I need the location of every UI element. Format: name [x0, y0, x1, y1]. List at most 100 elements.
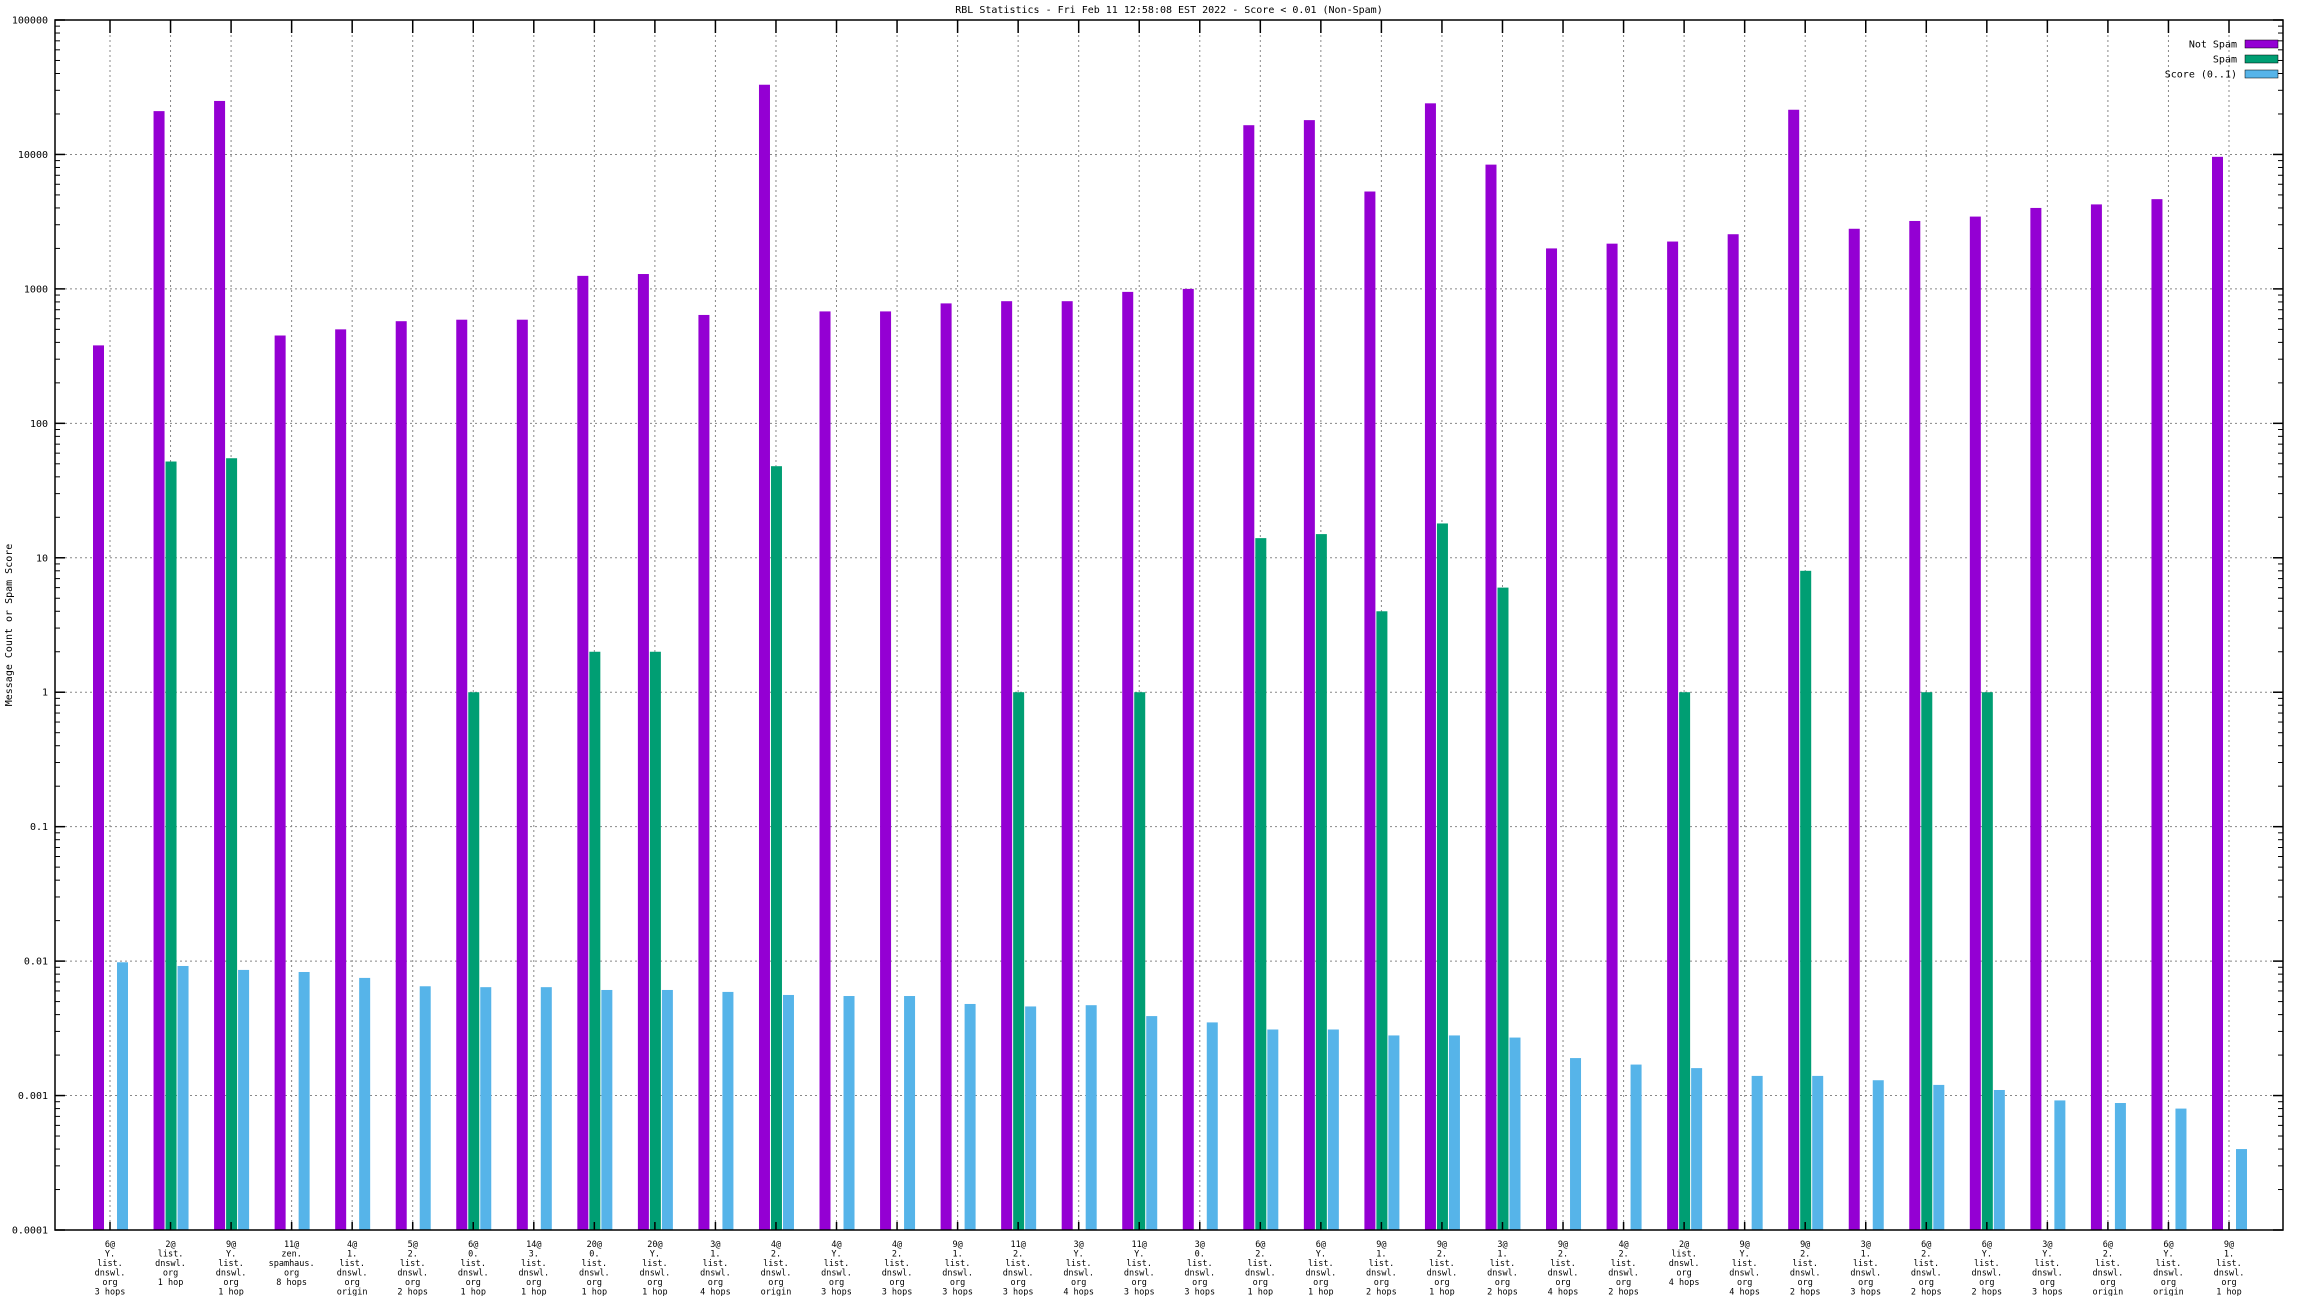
x-category-label: 3 hops [95, 1288, 126, 1297]
bar-score-0-1--6 [419, 986, 431, 1230]
x-category-label: 4@ [892, 1240, 902, 1250]
x-category-label: org [1798, 1278, 1813, 1288]
x-category-label: org [526, 1278, 541, 1288]
bar-not-spam-34 [2090, 204, 2102, 1230]
legend: Not Spam Spam Score (0..1) [2165, 40, 2279, 81]
x-category-label: 2. [2103, 1250, 2113, 1260]
x-category-label: 6@ [1316, 1240, 1326, 1250]
bar-score-0-1--4 [298, 971, 310, 1230]
x-category-label: list. [521, 1259, 547, 1269]
x-category-label: 1. [2224, 1250, 2234, 1260]
x-category-label: 9@ [1437, 1240, 1447, 1250]
x-category-label: dnswl. [1366, 1269, 1397, 1279]
bar-score-0-1--26 [1630, 1064, 1642, 1230]
x-category-label: list. [1671, 1250, 1697, 1260]
x-category-label: 11@ [1010, 1240, 1025, 1250]
x-category-label: 6@ [1921, 1240, 1931, 1250]
bar-score-0-1--8 [540, 987, 552, 1230]
bar-not-spam-32 [1969, 216, 1981, 1230]
x-category-label: 2 hops [397, 1288, 428, 1297]
x-category-label: 6@ [2103, 1240, 2113, 1250]
x-category-label: 2. [771, 1250, 781, 1260]
x-category-label: Y. [1134, 1250, 1144, 1260]
x-category-label: org [405, 1278, 420, 1288]
x-category-label: 1. [1376, 1250, 1386, 1260]
x-category-label: list. [1308, 1259, 1334, 1269]
x-category-label: org [2221, 1278, 2236, 1288]
bar-not-spam-21 [1303, 120, 1315, 1230]
x-category-label: 2. [1800, 1250, 1810, 1260]
x-category-label: list. [1611, 1259, 1637, 1269]
x-category-label: 2. [1558, 1250, 1568, 1260]
x-category-label: dnswl. [1184, 1269, 1215, 1279]
x-category-label: list. [1187, 1259, 1213, 1269]
bar-score-0-1--22 [1388, 1035, 1400, 1230]
x-category-label: org [708, 1278, 723, 1288]
x-category-label: 9@ [1558, 1240, 1568, 1250]
x-category-label: org [1192, 1278, 1207, 1288]
x-category-label: dnswl. [640, 1269, 671, 1279]
x-category-label: 2 hops [1366, 1288, 1397, 1297]
legend-label: Score (0..1) [2165, 70, 2237, 81]
x-category-label: origin [761, 1288, 792, 1297]
x-category-label: org [1374, 1278, 1389, 1288]
x-category-label: 6@ [2163, 1240, 2173, 1250]
x-category-label: list. [763, 1259, 789, 1269]
y-tick-label: 10000 [18, 150, 48, 161]
bar-spam-32 [1981, 692, 1993, 1230]
bar-score-0-1--24 [1509, 1037, 1521, 1230]
bar-not-spam-3 [214, 100, 226, 1231]
x-category-label: 1. [710, 1250, 720, 1260]
bar-not-spam-13 [819, 311, 831, 1231]
x-category-label: list. [1005, 1259, 1031, 1269]
x-category-label: dnswl. [1669, 1259, 1700, 1269]
bar-not-spam-10 [637, 274, 649, 1230]
x-category-label: 1 hop [1429, 1288, 1455, 1297]
bar-spam-21 [1315, 534, 1327, 1230]
bar-score-0-1--10 [661, 989, 673, 1230]
bar-not-spam-8 [516, 319, 528, 1231]
bar-score-0-1--23 [1448, 1035, 1460, 1230]
x-category-label: list. [97, 1259, 123, 1269]
bar-not-spam-24 [1485, 164, 1497, 1231]
x-category-label: 2 hops [1487, 1288, 1518, 1297]
bar-spam-12 [770, 466, 782, 1230]
x-category-label: 5@ [408, 1240, 418, 1250]
x-category-label: dnswl. [458, 1269, 489, 1279]
x-category-label: list. [1429, 1259, 1455, 1269]
x-category-label: list. [1974, 1259, 2000, 1269]
x-category-label: list. [1126, 1259, 1152, 1269]
x-category-label: 9@ [952, 1240, 962, 1250]
x-category-label: org [2100, 1278, 2115, 1288]
y-tick-label: 100 [30, 419, 48, 430]
x-category-label: 6@ [1255, 1240, 1265, 1250]
x-category-label: dnswl. [1729, 1269, 1760, 1279]
x-category-label: org [1979, 1278, 1994, 1288]
x-category-label: list. [824, 1259, 850, 1269]
bar-not-spam-16 [1001, 301, 1013, 1230]
bar-not-spam-19 [1182, 288, 1194, 1230]
x-category-label: 0. [468, 1250, 478, 1260]
x-category-label: 4 hops [1063, 1288, 1094, 1297]
bar-score-0-1--12 [782, 994, 794, 1230]
x-category-label: org [1676, 1269, 1691, 1279]
bar-score-0-1--21 [1327, 1029, 1339, 1230]
x-category-label: 3 hops [1124, 1288, 1155, 1297]
bar-spam-31 [1921, 692, 1933, 1230]
x-category-label: list. [945, 1259, 971, 1269]
x-category-label: 3 hops [942, 1288, 973, 1297]
x-category-label: list. [703, 1259, 729, 1269]
x-category-label: zen. [281, 1250, 301, 1260]
bar-not-spam-27 [1667, 241, 1679, 1230]
x-category-label: Y. [1316, 1250, 1326, 1260]
y-tick-label: 10 [36, 553, 48, 564]
x-category-label: org [889, 1278, 904, 1288]
x-category-label: org [1010, 1278, 1025, 1288]
x-category-label: 0. [589, 1250, 599, 1260]
x-category-label: dnswl. [1427, 1269, 1458, 1279]
bar-score-0-1--1 [117, 962, 128, 1230]
bar-score-0-1--16 [1025, 1006, 1037, 1230]
legend-label: Not Spam [2189, 40, 2237, 51]
bar-score-0-1--14 [904, 996, 916, 1230]
x-category-label: 1. [952, 1250, 962, 1260]
